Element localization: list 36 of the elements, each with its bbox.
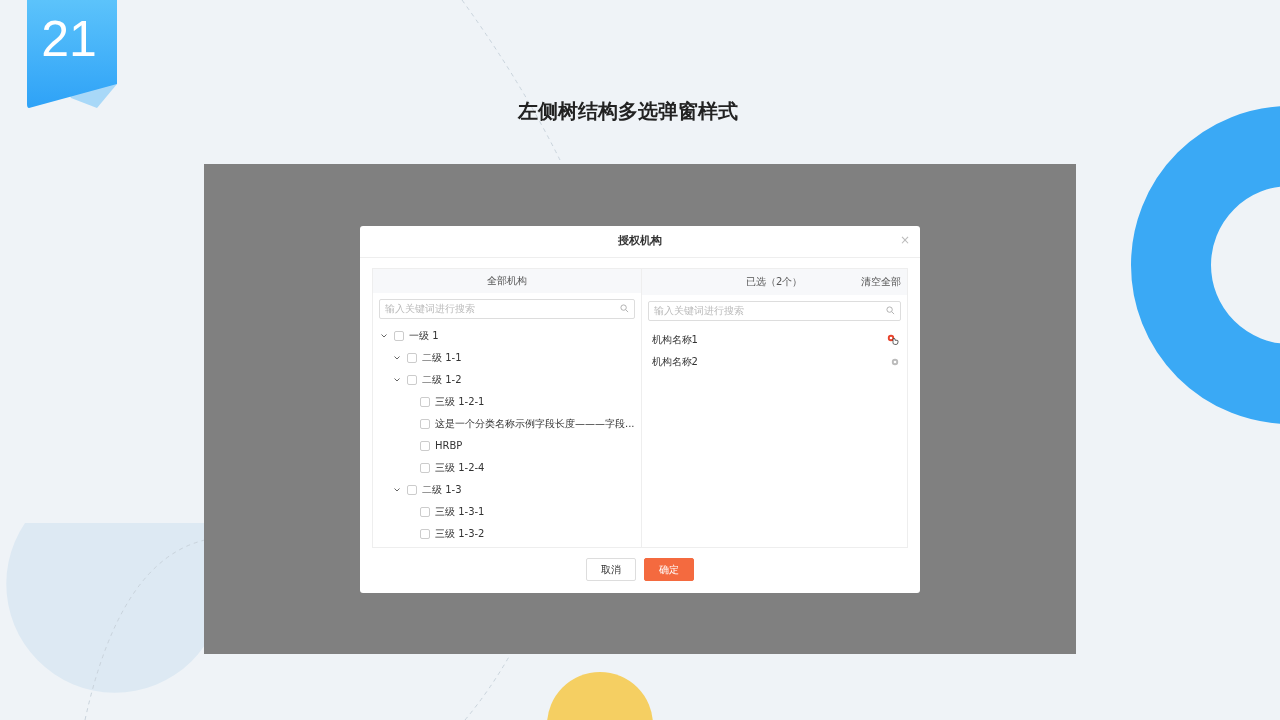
search-icon (886, 305, 895, 315)
checkbox[interactable] (407, 374, 417, 385)
panel-title: 已选（2个） (746, 275, 803, 289)
tree-item-label[interactable]: 这是一个分类名称示例字段长度———字段... (435, 416, 635, 431)
tree-item-label[interactable]: 一级 1 (409, 328, 439, 343)
checkbox[interactable] (407, 484, 417, 495)
checkbox[interactable] (420, 506, 430, 517)
checkbox[interactable] (420, 528, 430, 539)
checkbox[interactable] (407, 352, 417, 363)
tree-item-label[interactable]: 三级 1-3-1 (435, 504, 485, 519)
checkbox[interactable] (420, 418, 430, 429)
remove-icon[interactable] (891, 357, 899, 366)
selected-item-label: 机构名称2 (651, 355, 698, 369)
tree-item-label[interactable]: 二级 1-3 (422, 482, 462, 497)
tree-item-label[interactable]: 三级 1-2-4 (435, 460, 485, 475)
remove-icon-with-cursor[interactable] (887, 334, 899, 345)
slide-title: 左侧树结构多选弹窗样式 (516, 98, 739, 125)
tree-item-label[interactable]: 三级 1-3-2 (435, 526, 485, 541)
tree-item-label[interactable]: 二级 1-1 (422, 350, 462, 365)
search-field[interactable]: 输入关键词进行搜索 (379, 298, 635, 319)
tree-item-label[interactable]: HRBP (435, 438, 463, 453)
checkbox[interactable] (420, 440, 430, 451)
bookmark-icon (27, 0, 117, 108)
search-icon (619, 303, 629, 313)
tree-item-label[interactable]: 三级 1-2-1 (435, 394, 485, 409)
checkbox[interactable] (394, 330, 404, 341)
tree-item-label[interactable]: 二级 1-2 (422, 372, 462, 387)
panel-title: 全部机构 (486, 274, 527, 288)
search-field[interactable]: 输入关键词进行搜索 (647, 300, 901, 321)
cancel-button[interactable]: 取消 (586, 557, 636, 581)
page-number: 21 (40, 14, 98, 64)
clear-all-link[interactable]: 清空全部 (861, 274, 901, 289)
selected-item-label: 机构名称1 (651, 333, 698, 347)
checkbox[interactable] (420, 396, 430, 407)
dialog-title: 授权机构 (618, 232, 662, 249)
checkbox[interactable] (420, 462, 430, 473)
